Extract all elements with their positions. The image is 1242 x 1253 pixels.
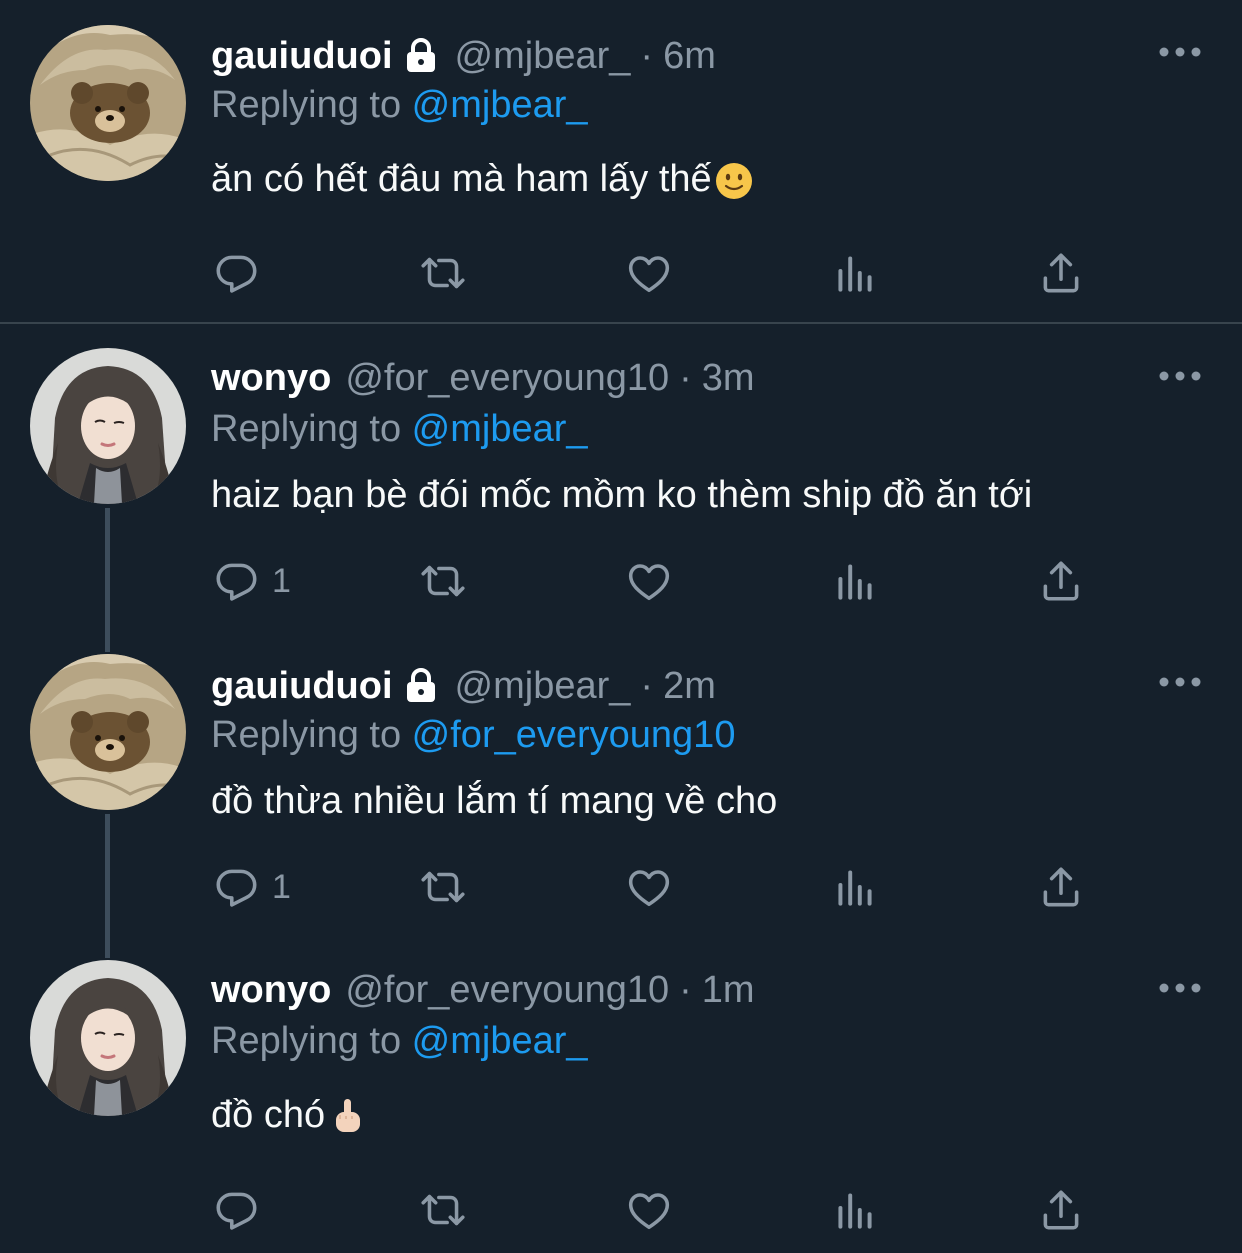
like-icon (624, 248, 674, 298)
replying-to: Replying to @for_everyoung10 (211, 710, 735, 760)
display-name[interactable]: wonyo (211, 969, 331, 1012)
display-name[interactable]: wonyo (211, 357, 331, 400)
separator-dot: · (640, 34, 654, 77)
share-icon (1036, 248, 1086, 298)
user-handle[interactable]: @for_everyoung10 (345, 357, 669, 400)
share-button[interactable] (1036, 245, 1086, 301)
share-button[interactable] (1036, 1182, 1086, 1238)
reply-icon (212, 862, 262, 912)
tweet[interactable]: wonyo @for_everyoung10 · 3m Replying to … (0, 324, 1242, 630)
tweet-text-row: đồ thừa nhiều lắm tí mang về cho (211, 771, 777, 831)
lock-icon (401, 36, 441, 76)
tweet-text: đồ thừa nhiều lắm tí mang về cho (211, 780, 778, 822)
replying-to: Replying to @mjbear_ (211, 404, 588, 454)
reply-count: 1 (272, 561, 291, 600)
tweet-actions: 1 (0, 553, 1242, 609)
share-icon (1036, 862, 1086, 912)
share-button[interactable] (1036, 859, 1086, 915)
analytics-icon (830, 248, 880, 298)
avatar[interactable] (30, 348, 186, 504)
mention-link[interactable]: @mjbear_ (412, 1020, 588, 1062)
tweet-actions: 1 (0, 859, 1242, 915)
retweet-icon (418, 556, 468, 606)
tweet-actions (0, 245, 1242, 301)
mention-link[interactable]: @for_everyoung10 (412, 714, 736, 756)
like-button[interactable] (624, 553, 674, 609)
timestamp[interactable]: 6m (663, 35, 716, 78)
separator-dot: · (640, 664, 654, 707)
reply-button[interactable]: 1 (212, 553, 291, 609)
separator-dot: · (679, 968, 692, 1011)
user-handle[interactable]: @mjbear_ (455, 35, 631, 78)
tweet[interactable]: wonyo @for_everyoung10 · 1m Replying to … (0, 936, 1242, 1253)
lock-icon (401, 666, 441, 706)
display-name[interactable]: gauiuduoi (211, 665, 393, 708)
reply-button[interactable] (212, 1182, 272, 1238)
tweet[interactable]: gauiuduoi @mjbear_ · 2m Replying to @for… (0, 630, 1242, 936)
retweet-button[interactable] (418, 1182, 468, 1238)
timestamp[interactable]: 2m (663, 665, 716, 708)
retweet-button[interactable] (418, 553, 468, 609)
replying-prefix: Replying to (211, 714, 412, 756)
tweet-text: đồ chó (211, 1094, 326, 1136)
share-button[interactable] (1036, 553, 1086, 609)
reply-button[interactable]: 1 (212, 859, 291, 915)
avatar[interactable] (30, 654, 186, 810)
timestamp[interactable]: 3m (702, 357, 755, 400)
retweet-button[interactable] (418, 245, 468, 301)
replying-to: Replying to @mjbear_ (211, 80, 588, 130)
more-icon[interactable] (1158, 978, 1202, 998)
more-icon[interactable] (1158, 42, 1202, 62)
retweet-icon (418, 862, 468, 912)
reply-button[interactable] (212, 245, 272, 301)
like-icon (624, 1185, 674, 1235)
like-icon (624, 862, 674, 912)
like-button[interactable] (624, 245, 674, 301)
like-icon (624, 556, 674, 606)
retweet-icon (418, 248, 468, 298)
analytics-icon (830, 556, 880, 606)
analytics-button[interactable] (830, 1182, 880, 1238)
avatar[interactable] (30, 25, 186, 181)
analytics-button[interactable] (830, 553, 880, 609)
like-button[interactable] (624, 859, 674, 915)
share-icon (1036, 556, 1086, 606)
share-icon (1036, 1185, 1086, 1235)
mention-link[interactable]: @mjbear_ (412, 408, 588, 450)
more-icon[interactable] (1158, 672, 1202, 692)
reply-count: 1 (272, 867, 291, 906)
analytics-button[interactable] (830, 245, 880, 301)
analytics-icon (830, 862, 880, 912)
reply-icon (212, 248, 262, 298)
tweet-actions (0, 1182, 1242, 1238)
analytics-icon (830, 1185, 880, 1235)
user-handle[interactable]: @for_everyoung10 (345, 969, 669, 1012)
mention-link[interactable]: @mjbear_ (412, 84, 588, 126)
replying-to: Replying to @mjbear_ (211, 1016, 588, 1066)
display-name[interactable]: gauiuduoi (211, 35, 393, 78)
tweet-text-row: ăn có hết đâu mà ham lấy thế (211, 149, 754, 209)
analytics-button[interactable] (830, 859, 880, 915)
slightly-smiling-face-icon (714, 161, 754, 201)
middle-finger-icon (327, 1097, 367, 1137)
retweet-icon (418, 1185, 468, 1235)
avatar[interactable] (30, 960, 186, 1116)
user-handle[interactable]: @mjbear_ (455, 665, 631, 708)
replying-prefix: Replying to (211, 84, 412, 126)
separator-dot: · (679, 356, 692, 399)
reply-icon (212, 556, 262, 606)
replying-prefix: Replying to (211, 408, 412, 450)
timestamp[interactable]: 1m (702, 969, 755, 1012)
like-button[interactable] (624, 1182, 674, 1238)
tweet-text-row: haiz bạn bè đói mốc mồm ko thèm ship đồ … (211, 465, 1032, 525)
tweet-text: haiz bạn bè đói mốc mồm ko thèm ship đồ … (211, 474, 1033, 516)
tweet-text: ăn có hết đâu mà ham lấy thế (211, 158, 712, 200)
tweet[interactable]: gauiuduoi @mjbear_ · 6m Replying to @mjb… (0, 0, 1242, 322)
reply-icon (212, 1185, 262, 1235)
retweet-button[interactable] (418, 859, 468, 915)
more-icon[interactable] (1158, 366, 1202, 386)
tweet-text-row: đồ chó (211, 1085, 367, 1145)
replying-prefix: Replying to (211, 1020, 412, 1062)
